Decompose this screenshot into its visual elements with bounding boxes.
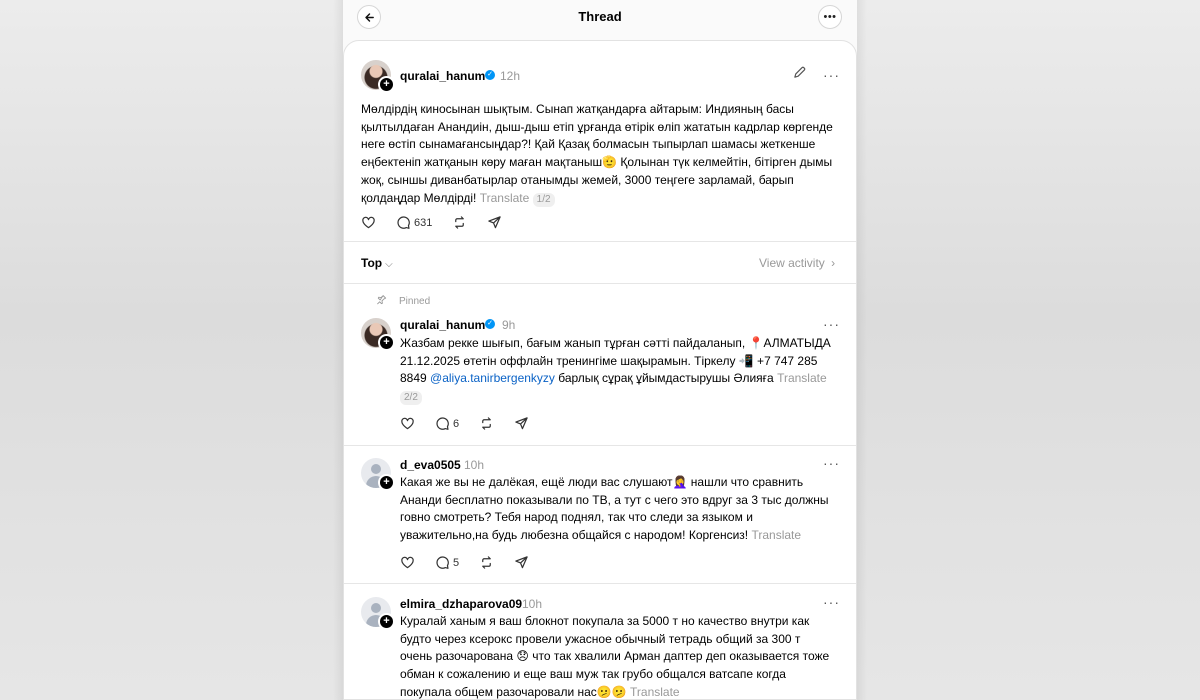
page-title: Thread [578, 9, 622, 24]
page-background-right [857, 0, 1200, 700]
send-icon [488, 216, 502, 229]
send-icon [515, 417, 528, 430]
comment-button[interactable]: 6 [435, 416, 459, 431]
avatar[interactable]: + [361, 458, 395, 491]
comment-bubble-icon [436, 556, 449, 569]
translate-link[interactable]: Translate [480, 191, 530, 205]
post-page-indicator: 2/2 [400, 391, 422, 406]
pinned-reply-time[interactable]: 9h [502, 318, 515, 332]
top-bar: Thread ••• [343, 0, 857, 40]
sort-label: Top [361, 256, 383, 270]
thread-more-button[interactable]: ••• [818, 5, 842, 29]
follow-plus-icon[interactable]: + [378, 76, 395, 93]
follow-plus-icon[interactable]: + [378, 474, 395, 491]
repost-icon [482, 556, 491, 569]
pinned-reply-username[interactable]: quralai_hanum [400, 318, 485, 332]
repost-button[interactable] [479, 416, 494, 431]
page-background-left [0, 0, 343, 700]
edit-button[interactable] [793, 66, 806, 82]
reply-text: Какая же вы не далёкая, ещё люди вас слу… [400, 474, 834, 545]
main-post-username[interactable]: quralai_hanum [400, 69, 485, 83]
pinned-reply-more-button[interactable]: ··· [823, 316, 840, 332]
translate-link[interactable]: Translate [630, 685, 680, 699]
pinned-reply-actions: 6 [400, 416, 549, 431]
more-dots-icon: ··· [823, 455, 840, 471]
comment-button[interactable]: 5 [435, 555, 459, 570]
divider [344, 583, 856, 584]
reply-time[interactable]: 10h [522, 597, 542, 611]
reply-actions: 5 [400, 555, 549, 570]
pinned-label: Pinned [399, 296, 431, 307]
mention-link[interactable]: @aliya.tanirbergenkyzy [430, 371, 555, 385]
thread-card: + quralai_hanum ✓ 12h ··· Мөлдірдің кино… [343, 40, 857, 700]
pin-glyph [377, 295, 387, 305]
more-dots-icon: ··· [823, 316, 840, 332]
heart-icon [362, 216, 375, 229]
repost-icon [455, 216, 465, 229]
comment-button[interactable]: 631 [396, 215, 432, 230]
comment-count: 5 [453, 556, 460, 569]
thread-column: Thread ••• + quralai_hanum ✓ 12h ··· Мөл… [343, 0, 857, 700]
share-button[interactable] [487, 215, 502, 230]
post-page-indicator: 1/2 [532, 192, 555, 207]
avatar[interactable]: + [361, 597, 395, 630]
reply-time[interactable]: 10h [464, 458, 484, 472]
comment-bubble-icon [397, 216, 410, 229]
translate-link[interactable]: Translate [751, 528, 801, 542]
reply-text: Куралай ханым я ваш блокнот покупала за … [400, 613, 834, 699]
pencil-icon [794, 66, 806, 78]
repost-button[interactable] [479, 555, 494, 570]
divider [344, 241, 856, 242]
more-dots-icon: ••• [823, 11, 837, 23]
view-activity-link[interactable]: View activity › [759, 256, 835, 270]
chevron-right-icon: › [831, 256, 836, 270]
main-post-text: Мөлдірдің киносынан шықтым. Сынап жатқан… [361, 101, 841, 207]
avatar[interactable]: + [361, 60, 395, 93]
like-button[interactable] [400, 416, 415, 431]
column-shadow-right [857, 0, 867, 700]
more-dots-icon: ··· [823, 594, 840, 610]
main-post-time[interactable]: 12h [500, 69, 520, 83]
pinned-reply-text: Жазбам рекке шығып, бағым жанып тұрған с… [400, 335, 834, 406]
pinned-reply-body-end: барлық сұрақ ұйымдастырушы Әлияға [554, 371, 778, 386]
follow-plus-icon[interactable]: + [378, 334, 395, 351]
main-post-more-button[interactable]: ··· [823, 67, 840, 83]
verified-badge-icon: ✓ [485, 70, 495, 80]
column-shadow-left [333, 0, 343, 700]
reply-username[interactable]: d_eva0505 [400, 458, 461, 472]
reply-more-button[interactable]: ··· [823, 594, 840, 610]
main-post-actions: 631 [361, 215, 522, 230]
avatar[interactable]: + [361, 318, 395, 351]
divider [344, 283, 856, 284]
main-post-body: Мөлдірдің киносынан шықтым. Сынап жатқан… [361, 102, 833, 205]
sort-dropdown[interactable]: Top ⌵ [361, 256, 393, 270]
verified-badge-icon: ✓ [485, 319, 495, 329]
comment-count: 6 [453, 417, 460, 430]
heart-icon [401, 417, 414, 430]
send-icon [515, 556, 528, 569]
reply-username[interactable]: elmira_dzhaparova09 [400, 597, 522, 611]
divider [344, 445, 856, 446]
reply-more-button[interactable]: ··· [823, 455, 840, 471]
repost-icon [482, 417, 491, 430]
share-button[interactable] [514, 555, 529, 570]
pin-icon [376, 294, 387, 308]
heart-icon [401, 556, 414, 569]
chevron-down-icon: ⌵ [385, 259, 393, 270]
share-button[interactable] [514, 416, 529, 431]
reply-body: Куралай ханым я ваш блокнот покупала за … [400, 614, 830, 699]
more-dots-icon: ··· [823, 67, 840, 83]
view-activity-label: View activity [759, 256, 825, 270]
translate-link[interactable]: Translate [777, 371, 827, 385]
follow-plus-icon[interactable]: + [378, 613, 395, 630]
comment-count: 631 [414, 216, 433, 229]
like-button[interactable] [400, 555, 415, 570]
comment-bubble-icon [436, 417, 449, 430]
like-button[interactable] [361, 215, 376, 230]
repost-button[interactable] [452, 215, 467, 230]
